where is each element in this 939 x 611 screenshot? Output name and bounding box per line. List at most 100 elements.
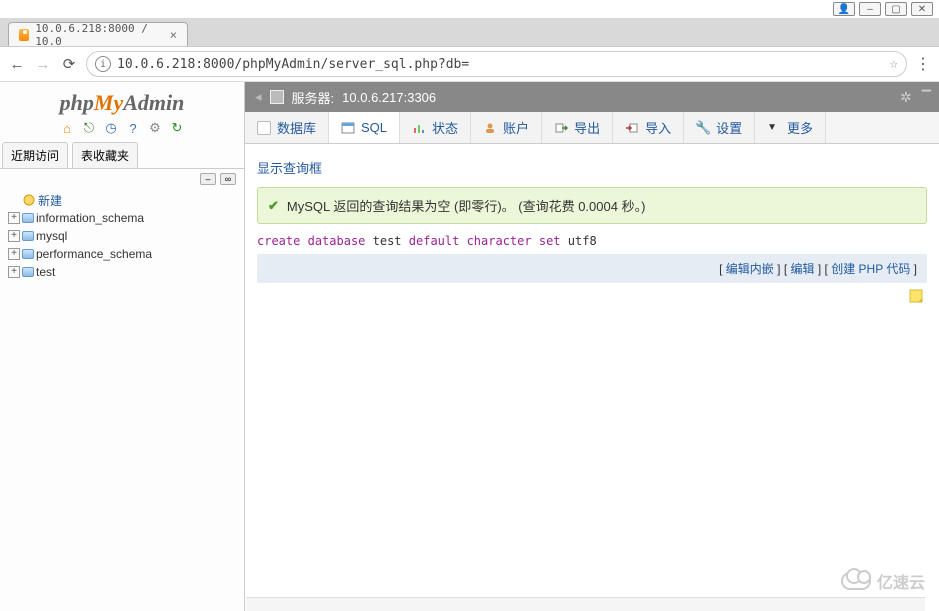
- user-icon: 👤: [838, 4, 850, 15]
- new-db-icon: [22, 193, 36, 207]
- menu-status[interactable]: 状态: [400, 112, 471, 143]
- link-icon[interactable]: ∞: [220, 173, 236, 185]
- os-minimize-button[interactable]: –: [859, 2, 881, 16]
- tree-new-label: 新建: [38, 192, 62, 209]
- phpmyadmin-logo[interactable]: phpMyAdmin: [0, 82, 244, 120]
- collapse-top-icon[interactable]: ▔: [922, 90, 931, 104]
- watermark: 亿速云: [841, 569, 925, 593]
- tab-title: 10.0.6.218:8000 / 10.0: [35, 22, 160, 48]
- menu-databases[interactable]: 数据库: [245, 112, 329, 143]
- page-settings-icon[interactable]: ✲: [900, 89, 912, 106]
- tree-expander-icon[interactable]: +: [8, 230, 20, 242]
- db-tree: 新建 + information_schema + mysql + perfor…: [0, 189, 244, 281]
- sticky-note-icon[interactable]: [909, 289, 923, 303]
- back-button[interactable]: ←: [8, 55, 26, 73]
- sql-kw: database: [308, 234, 366, 248]
- tree-expander-icon[interactable]: +: [8, 266, 20, 278]
- tree-db-label: performance_schema: [36, 247, 152, 261]
- os-maximize-button[interactable]: ▢: [885, 2, 907, 16]
- menu-settings[interactable]: 🔧 设置: [684, 112, 755, 143]
- sql-ident: test: [373, 234, 402, 248]
- tree-db-label: information_schema: [36, 211, 144, 225]
- chevron-down-icon: ▼: [767, 122, 777, 133]
- reload-tree-icon[interactable]: ↻: [169, 120, 185, 136]
- tree-expander-icon[interactable]: +: [8, 212, 20, 224]
- browser-tab[interactable]: 10.0.6.218:8000 / 10.0 ×: [8, 22, 188, 46]
- menu-label: 更多: [787, 118, 813, 137]
- bracket: ]: [774, 262, 781, 276]
- reload-button[interactable]: ⟳: [60, 55, 78, 73]
- url-text: 10.0.6.218:8000/phpMyAdmin/server_sql.ph…: [117, 57, 884, 72]
- success-text: MySQL 返回的查询结果为空 (即零行)。 (查询花费 0.0004 秒。): [287, 196, 646, 215]
- gear-icon[interactable]: ⚙: [147, 120, 163, 136]
- menu-more[interactable]: ▼ 更多: [755, 112, 826, 143]
- logout-icon[interactable]: ⎋: [81, 120, 97, 136]
- home-icon[interactable]: ⌂: [59, 120, 75, 136]
- horizontal-scrollbar[interactable]: [246, 597, 925, 611]
- tree-db-label: mysql: [36, 229, 67, 243]
- tree-db-row[interactable]: + mysql: [8, 227, 240, 245]
- sidebar-tabs: 近期访问 表收藏夹: [0, 142, 244, 169]
- menu-label: 导出: [574, 118, 600, 137]
- os-close-button[interactable]: ✕: [911, 2, 933, 16]
- bracket: ]: [815, 262, 822, 276]
- bookmark-star-icon[interactable]: ☆: [890, 56, 898, 72]
- menu-label: 状态: [432, 118, 458, 137]
- tree-db-label: test: [36, 265, 55, 279]
- minimize-icon: –: [867, 4, 873, 15]
- logo-part-admin: Admin: [123, 90, 184, 115]
- nav-handle-icon[interactable]: ◂: [255, 89, 262, 105]
- executed-sql: create database test default character s…: [257, 232, 927, 254]
- bracket: ]: [910, 262, 917, 276]
- tab-recent[interactable]: 近期访问: [2, 142, 68, 168]
- database-icon: [22, 267, 34, 277]
- os-titlebar: 👤 – ▢ ✕: [0, 0, 939, 18]
- menu-export[interactable]: 导出: [542, 112, 613, 143]
- database-icon: [22, 249, 34, 259]
- result-body: 显示查询框 ✔ MySQL 返回的查询结果为空 (即零行)。 (查询花费 0.0…: [245, 144, 939, 313]
- tree-db-row[interactable]: + performance_schema: [8, 245, 240, 263]
- pma-favicon-icon: [19, 29, 29, 41]
- create-php-code-link[interactable]: 创建 PHP 代码: [831, 262, 910, 276]
- success-check-icon: ✔: [268, 198, 279, 214]
- tree-expander-icon[interactable]: +: [8, 248, 20, 260]
- menu-label: 导入: [645, 118, 671, 137]
- export-tab-icon: [554, 121, 568, 135]
- sql-kw: create: [257, 234, 300, 248]
- settings-tab-icon: 🔧: [696, 121, 710, 135]
- sql-ident: utf8: [568, 234, 597, 248]
- collapse-panel-button[interactable]: –: [200, 173, 216, 185]
- address-bar[interactable]: i 10.0.6.218:8000/phpMyAdmin/server_sql.…: [86, 51, 907, 77]
- tab-favorites[interactable]: 表收藏夹: [72, 142, 138, 168]
- edit-inline-link[interactable]: 编辑内嵌: [726, 262, 774, 276]
- content-area: ◂ 服务器: 10.0.6.217:3306 ✲ ▔ 数据库 SQL 状态: [245, 82, 939, 611]
- sql-kw: set: [539, 234, 561, 248]
- server-icon: [270, 90, 284, 104]
- bracket: [: [719, 262, 726, 276]
- accounts-tab-icon: [483, 121, 497, 135]
- docs-icon[interactable]: ◷: [103, 120, 119, 136]
- watermark-text: 亿速云: [877, 569, 925, 593]
- forward-button[interactable]: →: [34, 55, 52, 73]
- site-info-icon[interactable]: i: [95, 56, 111, 72]
- show-query-box-link[interactable]: 显示查询框: [257, 154, 927, 187]
- success-message: ✔ MySQL 返回的查询结果为空 (即零行)。 (查询花费 0.0004 秒。…: [257, 187, 927, 224]
- tree-db-row[interactable]: + information_schema: [8, 209, 240, 227]
- server-prefix: 服务器:: [292, 88, 335, 107]
- os-user-button[interactable]: 👤: [833, 2, 855, 16]
- tree-new-database[interactable]: 新建: [8, 191, 240, 209]
- server-bar: ◂ 服务器: 10.0.6.217:3306 ✲ ▔: [245, 82, 939, 112]
- menu-import[interactable]: 导入: [613, 112, 684, 143]
- tree-db-row[interactable]: + test: [8, 263, 240, 281]
- menu-label: 设置: [716, 118, 742, 137]
- status-tab-icon: [412, 121, 426, 135]
- browser-menu-button[interactable]: ⋮: [915, 54, 931, 74]
- tab-close-icon[interactable]: ×: [170, 28, 177, 42]
- edit-link[interactable]: 编辑: [790, 262, 814, 276]
- menu-sql[interactable]: SQL: [329, 112, 400, 143]
- help-icon[interactable]: ?: [125, 120, 141, 136]
- menu-accounts[interactable]: 账户: [471, 112, 542, 143]
- sidebar-toolbar: ⌂ ⎋ ◷ ? ⚙ ↻: [0, 120, 244, 142]
- server-host: 10.0.6.217:3306: [342, 90, 436, 105]
- database-icon: [22, 231, 34, 241]
